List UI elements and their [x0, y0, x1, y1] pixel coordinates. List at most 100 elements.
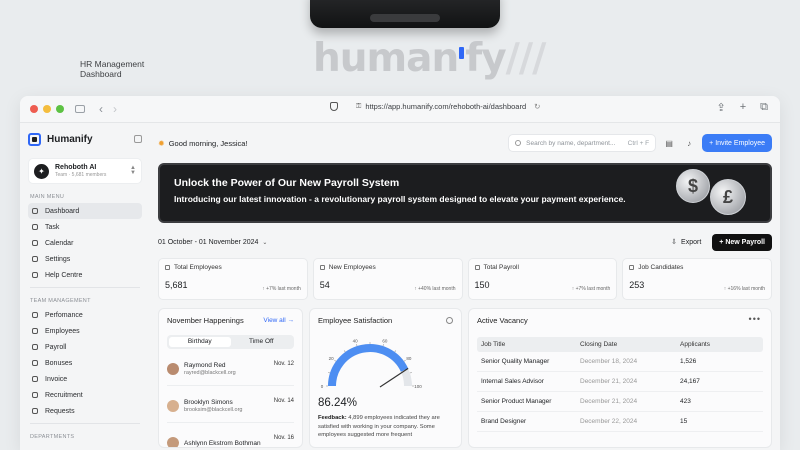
applicants: 423 [680, 398, 691, 405]
table-row[interactable]: Internal Sales Advisor December 21, 2024 2… [477, 372, 763, 392]
sidebar-item-task[interactable]: Task [28, 219, 142, 235]
job-title: Brand Designer [481, 418, 527, 425]
sidebar-item-recruitment[interactable]: Recruitment [28, 387, 142, 403]
search-placeholder: Search by name, department... [526, 139, 616, 147]
card-title: Active Vacancy [477, 316, 528, 325]
closing-date: December 21, 2024 [580, 398, 638, 405]
search-shortcut: Ctrl + F [627, 139, 650, 147]
invite-employee-button[interactable]: + Invite Employee [702, 134, 772, 152]
browser-toolbar: ‹ › ⚿ https://app.humanify.com/rehoboth-… [20, 96, 780, 123]
list-item[interactable]: Ashlynn Ekstrom Bothman Nov. 16 [167, 433, 294, 447]
reload-icon[interactable]: ↻ [534, 102, 540, 111]
stat-icon [474, 265, 480, 270]
sidebar-item-payroll[interactable]: Payroll [28, 339, 142, 355]
address-bar[interactable]: ⚿ https://app.humanify.com/rehoboth-ai/d… [330, 102, 540, 111]
satisfaction-value: 86.24% [318, 397, 358, 409]
close-window-button[interactable] [30, 105, 38, 113]
brand-wordmark: human fy/// [313, 36, 546, 81]
bag-strap [370, 14, 440, 22]
new-payroll-button[interactable]: + New Payroll [712, 233, 772, 251]
gauge-tick-label: 60 [382, 338, 388, 343]
gauge-tick [328, 372, 331, 374]
sidebar-toggle-icon[interactable] [75, 105, 85, 113]
maximize-window-button[interactable] [56, 105, 64, 113]
section-team-management: TEAM MANAGEMENT [30, 298, 91, 304]
humanify-logo-icon [28, 133, 41, 146]
bell-icon[interactable]: ♪ [682, 136, 696, 150]
tab-birthday[interactable]: Birthday [169, 337, 231, 347]
person-date: Nov. 14 [273, 398, 294, 404]
sidebar-item-dashboard[interactable]: Dashboard [28, 203, 142, 219]
list-item[interactable]: Brooklyn Simons brooksim@blackcell.org Nov… [167, 396, 294, 416]
sidebar-item-requests[interactable]: Requests [28, 403, 142, 419]
gauge-tick [409, 372, 412, 374]
sidebar-item-label: Task [45, 223, 60, 231]
brand[interactable]: Humanify [28, 133, 142, 146]
stat-change: ↑ +7% last month [262, 286, 301, 292]
gift-icon [32, 360, 38, 366]
new-tab-icon[interactable]: + [740, 101, 746, 114]
sidebar-item-settings[interactable]: Settings [28, 251, 142, 267]
person-name: Ashlynn Ekstrom Bothman [184, 439, 261, 447]
happenings-tabs: Birthday Time Off [167, 335, 294, 349]
table-row[interactable]: Senior Product Manager December 21, 2024 4… [477, 392, 763, 412]
gauge-tick-label: 80 [406, 356, 412, 361]
browser-window: ‹ › ⚿ https://app.humanify.com/rehoboth-… [20, 96, 780, 450]
minimize-window-button[interactable] [43, 105, 51, 113]
forward-button[interactable]: › [113, 102, 117, 116]
sidebar-item-label: Help Centre [45, 271, 83, 279]
collapse-sidebar-icon[interactable] [134, 135, 142, 143]
inbox-icon [32, 408, 38, 414]
url-text: https://app.humanify.com/rehoboth-ai/das… [365, 102, 527, 111]
gauge-tick [334, 359, 337, 362]
brand-name: Humanify [47, 134, 93, 145]
view-all-link[interactable]: View all → [263, 317, 294, 324]
back-button[interactable]: ‹ [99, 102, 103, 116]
export-button[interactable]: ⇩ Export [666, 234, 706, 250]
divider [30, 423, 140, 424]
sidebar-item-employees[interactable]: Employees [28, 323, 142, 339]
more-options-icon[interactable]: ••• [749, 314, 761, 324]
info-icon[interactable] [446, 317, 453, 324]
sidebar-item-help-centre[interactable]: Help Centre [28, 267, 142, 283]
org-avatar: ✦ [34, 163, 49, 179]
stat-icon [629, 265, 635, 270]
divider [30, 287, 140, 288]
sidebar-item-perfomance[interactable]: Perfomance [28, 307, 142, 323]
date-range-picker[interactable]: 01 October - 01 November 2024 ⌄ [158, 239, 267, 246]
list-item[interactable]: Raymond Red rayred@blackcell.org Nov. 12 [167, 359, 294, 379]
applicants: 24,167 [680, 378, 700, 385]
stat-card: New Employees 54 ↑ +40% last month [312, 258, 463, 300]
november-happenings-card: November Happenings View all → Birthday … [158, 308, 303, 448]
promo-banner: Unlock the Power of Our New Payroll Syst… [158, 163, 772, 223]
gauge-tick [356, 344, 358, 347]
satisfaction-gauge: 0 20 40 60 80 100 [321, 338, 423, 389]
org-name: Rehoboth AI [55, 164, 97, 171]
inbox-icon[interactable]: ▤ [662, 136, 676, 150]
users-icon [32, 328, 38, 334]
applicants: 1,526 [680, 358, 697, 365]
org-switcher[interactable]: ✦ Rehoboth AI Team · 5,681 members ▲ ▼ [28, 158, 142, 184]
stat-change: ↑ +40% last month [414, 286, 456, 292]
gauge-tick-label: 0 [321, 384, 324, 389]
stat-icon [319, 265, 325, 270]
export-icon: ⇩ [671, 239, 678, 246]
search-input[interactable]: Search by name, department... Ctrl + F [508, 134, 657, 152]
table-row[interactable]: Brand Designer December 22, 2024 15 [477, 412, 763, 432]
tab-time-off[interactable]: Time Off [231, 337, 293, 347]
stat-card: Total Employees 5,681 ↑ +7% last month [158, 258, 308, 300]
pound-coin-icon: £ [710, 179, 746, 215]
sidebar-item-label: Calendar [45, 239, 74, 247]
sidebar-item-calendar[interactable]: Calendar [28, 235, 142, 251]
table-row[interactable]: Senior Quality Manager December 18, 2024 1… [477, 352, 763, 372]
gear-icon [32, 256, 38, 262]
closing-date: December 21, 2024 [580, 378, 638, 385]
stat-card: Job Candidates 253 ↑ +16% last month [622, 258, 772, 300]
sidebar-item-invoice[interactable]: Invoice [28, 371, 142, 387]
help-icon [32, 272, 38, 278]
caption: HR Management Dashboard [80, 59, 145, 79]
share-icon[interactable]: ⇪ [716, 101, 725, 114]
gauge-tick-label: 40 [353, 338, 359, 343]
sidebar-item-bonuses[interactable]: Bonuses [28, 355, 142, 371]
tabs-icon[interactable]: ⧉ [760, 101, 768, 114]
